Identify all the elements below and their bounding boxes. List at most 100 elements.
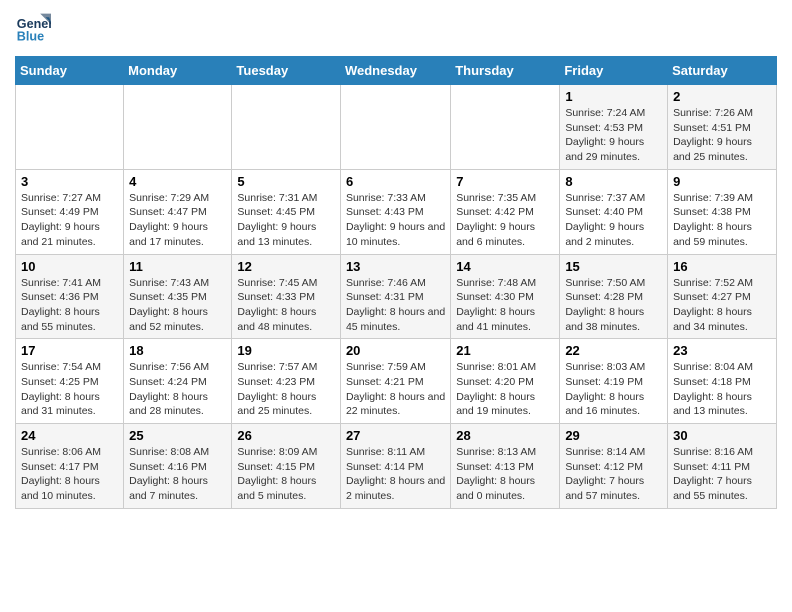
calendar-cell: 5 Sunrise: 7:31 AM Sunset: 4:45 PM Daylig…	[232, 169, 341, 254]
day-number: 28	[456, 428, 554, 443]
calendar-cell: 25 Sunrise: 8:08 AM Sunset: 4:16 PM Dayli…	[124, 424, 232, 509]
week-row-4: 24 Sunrise: 8:06 AM Sunset: 4:17 PM Dayli…	[16, 424, 777, 509]
calendar-cell: 2 Sunrise: 7:26 AM Sunset: 4:51 PM Daylig…	[668, 85, 777, 170]
calendar-cell: 6 Sunrise: 7:33 AM Sunset: 4:43 PM Daylig…	[340, 169, 450, 254]
day-info: Sunrise: 7:33 AM Sunset: 4:43 PM Dayligh…	[346, 191, 445, 250]
calendar-cell: 13 Sunrise: 7:46 AM Sunset: 4:31 PM Dayli…	[340, 254, 450, 339]
calendar-cell	[232, 85, 341, 170]
day-number: 17	[21, 343, 118, 358]
calendar-cell: 7Sunrise: 7:35 AM Sunset: 4:42 PM Daylig…	[451, 169, 560, 254]
day-number: 21	[456, 343, 554, 358]
day-number: 19	[237, 343, 335, 358]
day-number: 10	[21, 259, 118, 274]
week-row-0: 1 Sunrise: 7:24 AM Sunset: 4:53 PM Daylig…	[16, 85, 777, 170]
day-info: Sunrise: 7:45 AM Sunset: 4:33 PM Dayligh…	[237, 276, 335, 335]
calendar-cell: 1 Sunrise: 7:24 AM Sunset: 4:53 PM Daylig…	[560, 85, 668, 170]
calendar-cell: 14Sunrise: 7:48 AM Sunset: 4:30 PM Dayli…	[451, 254, 560, 339]
day-number: 30	[673, 428, 771, 443]
day-number: 6	[346, 174, 445, 189]
calendar-cell: 16 Sunrise: 7:52 AM Sunset: 4:27 PM Dayli…	[668, 254, 777, 339]
calendar-cell: 9Sunrise: 7:39 AM Sunset: 4:38 PM Daylig…	[668, 169, 777, 254]
day-number: 25	[129, 428, 226, 443]
header-tuesday: Tuesday	[232, 57, 341, 85]
day-number: 4	[129, 174, 226, 189]
day-number: 29	[565, 428, 662, 443]
day-info: Sunrise: 8:01 AM Sunset: 4:20 PM Dayligh…	[456, 360, 554, 419]
day-info: Sunrise: 8:03 AM Sunset: 4:19 PM Dayligh…	[565, 360, 662, 419]
day-info: Sunrise: 7:56 AM Sunset: 4:24 PM Dayligh…	[129, 360, 226, 419]
week-row-3: 17Sunrise: 7:54 AM Sunset: 4:25 PM Dayli…	[16, 339, 777, 424]
day-number: 8	[565, 174, 662, 189]
day-info: Sunrise: 7:24 AM Sunset: 4:53 PM Dayligh…	[565, 106, 662, 165]
day-number: 18	[129, 343, 226, 358]
calendar-header-row: SundayMondayTuesdayWednesdayThursdayFrid…	[16, 57, 777, 85]
day-info: Sunrise: 7:31 AM Sunset: 4:45 PM Dayligh…	[237, 191, 335, 250]
day-info: Sunrise: 8:04 AM Sunset: 4:18 PM Dayligh…	[673, 360, 771, 419]
calendar-cell: 17Sunrise: 7:54 AM Sunset: 4:25 PM Dayli…	[16, 339, 124, 424]
calendar-cell: 27 Sunrise: 8:11 AM Sunset: 4:14 PM Dayli…	[340, 424, 450, 509]
header: General Blue	[15, 10, 777, 46]
calendar-cell: 22 Sunrise: 8:03 AM Sunset: 4:19 PM Dayli…	[560, 339, 668, 424]
calendar-cell: 12 Sunrise: 7:45 AM Sunset: 4:33 PM Dayli…	[232, 254, 341, 339]
day-number: 20	[346, 343, 445, 358]
calendar-cell: 24 Sunrise: 8:06 AM Sunset: 4:17 PM Dayli…	[16, 424, 124, 509]
calendar-cell: 3 Sunrise: 7:27 AM Sunset: 4:49 PM Daylig…	[16, 169, 124, 254]
header-sunday: Sunday	[16, 57, 124, 85]
calendar-cell: 30Sunrise: 8:16 AM Sunset: 4:11 PM Dayli…	[668, 424, 777, 509]
day-info: Sunrise: 8:11 AM Sunset: 4:14 PM Dayligh…	[346, 445, 445, 504]
day-info: Sunrise: 7:59 AM Sunset: 4:21 PM Dayligh…	[346, 360, 445, 419]
day-info: Sunrise: 7:50 AM Sunset: 4:28 PM Dayligh…	[565, 276, 662, 335]
calendar-cell: 21 Sunrise: 8:01 AM Sunset: 4:20 PM Dayli…	[451, 339, 560, 424]
calendar-cell: 4Sunrise: 7:29 AM Sunset: 4:47 PM Daylig…	[124, 169, 232, 254]
day-number: 15	[565, 259, 662, 274]
day-info: Sunrise: 7:37 AM Sunset: 4:40 PM Dayligh…	[565, 191, 662, 250]
day-info: Sunrise: 7:39 AM Sunset: 4:38 PM Dayligh…	[673, 191, 771, 250]
header-thursday: Thursday	[451, 57, 560, 85]
week-row-2: 10 Sunrise: 7:41 AM Sunset: 4:36 PM Dayli…	[16, 254, 777, 339]
day-number: 12	[237, 259, 335, 274]
calendar-cell: 18 Sunrise: 7:56 AM Sunset: 4:24 PM Dayli…	[124, 339, 232, 424]
calendar-cell: 11Sunrise: 7:43 AM Sunset: 4:35 PM Dayli…	[124, 254, 232, 339]
calendar-cell: 23 Sunrise: 8:04 AM Sunset: 4:18 PM Dayli…	[668, 339, 777, 424]
day-number: 1	[565, 89, 662, 104]
day-info: Sunrise: 8:14 AM Sunset: 4:12 PM Dayligh…	[565, 445, 662, 504]
day-info: Sunrise: 8:08 AM Sunset: 4:16 PM Dayligh…	[129, 445, 226, 504]
day-info: Sunrise: 7:46 AM Sunset: 4:31 PM Dayligh…	[346, 276, 445, 335]
day-info: Sunrise: 8:06 AM Sunset: 4:17 PM Dayligh…	[21, 445, 118, 504]
day-info: Sunrise: 7:35 AM Sunset: 4:42 PM Dayligh…	[456, 191, 554, 250]
day-number: 3	[21, 174, 118, 189]
calendar-cell: 26Sunrise: 8:09 AM Sunset: 4:15 PM Dayli…	[232, 424, 341, 509]
day-info: Sunrise: 8:09 AM Sunset: 4:15 PM Dayligh…	[237, 445, 335, 504]
logo-icon: General Blue	[15, 10, 51, 46]
week-row-1: 3 Sunrise: 7:27 AM Sunset: 4:49 PM Daylig…	[16, 169, 777, 254]
day-info: Sunrise: 7:27 AM Sunset: 4:49 PM Dayligh…	[21, 191, 118, 250]
day-number: 16	[673, 259, 771, 274]
calendar-cell	[451, 85, 560, 170]
logo: General Blue	[15, 10, 55, 46]
calendar-cell: 10 Sunrise: 7:41 AM Sunset: 4:36 PM Dayli…	[16, 254, 124, 339]
day-info: Sunrise: 7:26 AM Sunset: 4:51 PM Dayligh…	[673, 106, 771, 165]
calendar-cell: 20 Sunrise: 7:59 AM Sunset: 4:21 PM Dayli…	[340, 339, 450, 424]
svg-text:Blue: Blue	[17, 30, 44, 44]
day-number: 2	[673, 89, 771, 104]
calendar-cell: 29 Sunrise: 8:14 AM Sunset: 4:12 PM Dayli…	[560, 424, 668, 509]
day-number: 13	[346, 259, 445, 274]
day-info: Sunrise: 7:52 AM Sunset: 4:27 PM Dayligh…	[673, 276, 771, 335]
day-info: Sunrise: 8:13 AM Sunset: 4:13 PM Dayligh…	[456, 445, 554, 504]
calendar-cell	[16, 85, 124, 170]
header-monday: Monday	[124, 57, 232, 85]
day-number: 22	[565, 343, 662, 358]
calendar-cell: 19Sunrise: 7:57 AM Sunset: 4:23 PM Dayli…	[232, 339, 341, 424]
day-number: 24	[21, 428, 118, 443]
day-number: 11	[129, 259, 226, 274]
day-number: 23	[673, 343, 771, 358]
calendar-table: SundayMondayTuesdayWednesdayThursdayFrid…	[15, 56, 777, 509]
day-number: 27	[346, 428, 445, 443]
header-saturday: Saturday	[668, 57, 777, 85]
calendar-cell	[340, 85, 450, 170]
calendar-cell: 8 Sunrise: 7:37 AM Sunset: 4:40 PM Daylig…	[560, 169, 668, 254]
calendar-cell: 15 Sunrise: 7:50 AM Sunset: 4:28 PM Dayli…	[560, 254, 668, 339]
day-info: Sunrise: 7:41 AM Sunset: 4:36 PM Dayligh…	[21, 276, 118, 335]
day-number: 5	[237, 174, 335, 189]
day-number: 14	[456, 259, 554, 274]
